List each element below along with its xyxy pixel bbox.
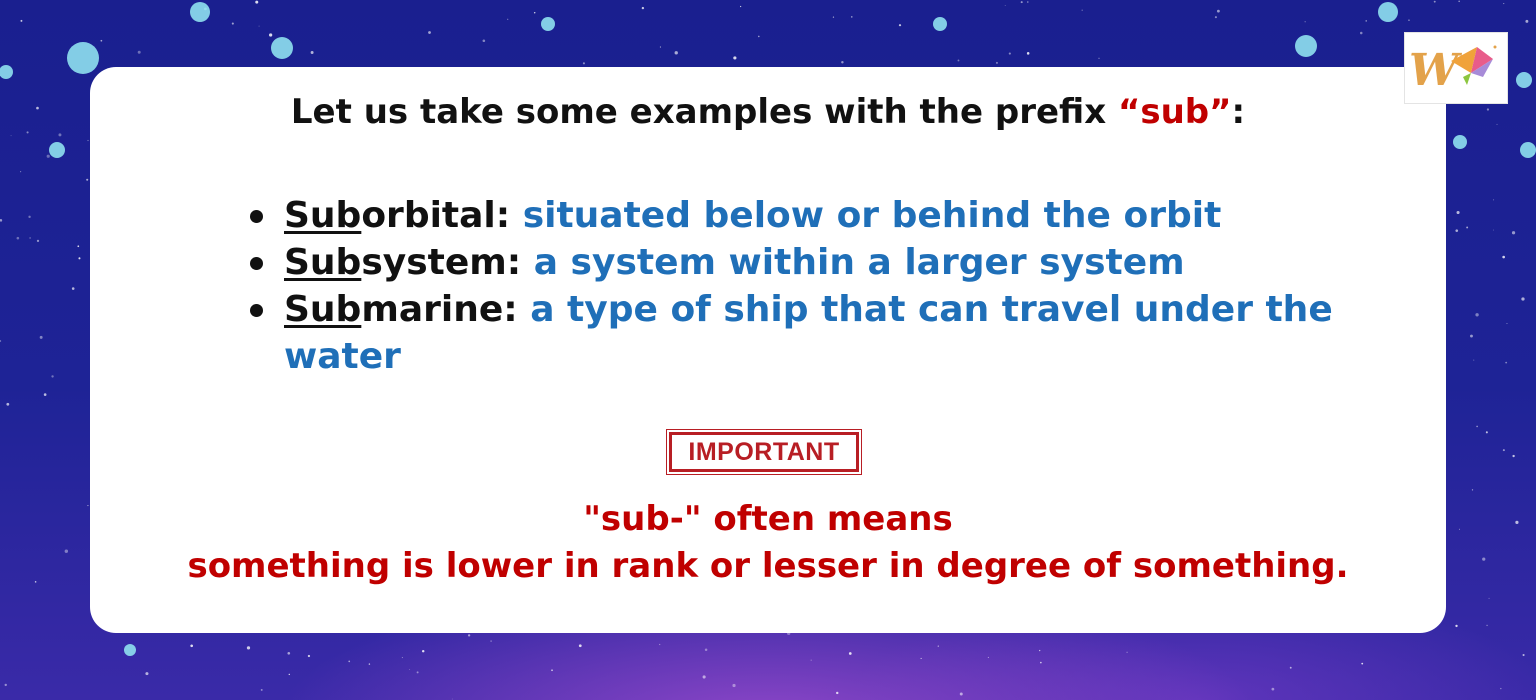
separator: : bbox=[503, 289, 531, 330]
prefix-root: Sub bbox=[284, 242, 362, 283]
key-note: "sub-" often means something is lower in… bbox=[90, 496, 1446, 590]
bullet-icon bbox=[250, 304, 263, 317]
word-rest: system bbox=[361, 242, 507, 283]
prefix-root: Sub bbox=[284, 289, 362, 330]
important-stamp: IMPORTANT bbox=[666, 429, 862, 475]
prefix-highlight: “sub” bbox=[1118, 92, 1232, 132]
title-text: Let us take some examples with the prefi… bbox=[290, 92, 1119, 132]
note-line-2: something is lower in rank or lesser in … bbox=[187, 546, 1349, 586]
list-item: Suborbital: situated below or behind the… bbox=[248, 192, 1358, 239]
prefix-root: Sub bbox=[284, 195, 362, 236]
separator: : bbox=[506, 242, 534, 283]
word-rest: orbital bbox=[361, 195, 496, 236]
page-title: Let us take some examples with the prefi… bbox=[90, 88, 1446, 136]
bullet-icon bbox=[250, 257, 263, 270]
definition: a system within a larger system bbox=[533, 242, 1185, 283]
note-line-1: "sub-" often means bbox=[583, 499, 953, 539]
list-item: Subsystem: a system within a larger syst… bbox=[248, 239, 1358, 286]
title-colon: : bbox=[1231, 92, 1246, 132]
word-rest: marine bbox=[361, 289, 504, 330]
list-item: Submarine: a type of ship that can trave… bbox=[248, 286, 1358, 380]
examples-list: Suborbital: situated below or behind the… bbox=[248, 192, 1358, 380]
separator: : bbox=[495, 195, 523, 236]
bullet-icon bbox=[250, 210, 263, 223]
definition: situated below or behind the orbit bbox=[522, 195, 1222, 236]
